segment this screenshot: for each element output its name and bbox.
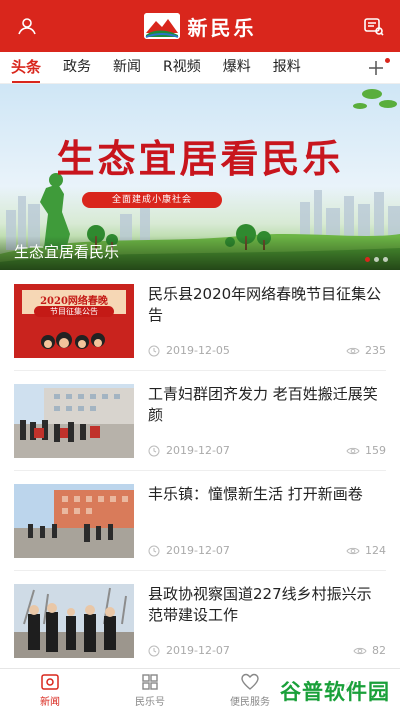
tab-video[interactable]: R视频 (152, 52, 212, 84)
thumbnail-text: 2020网络春晚 (40, 296, 108, 307)
news-thumbnail: 2020网络春晚 节目征集公告 (14, 284, 134, 358)
news-item[interactable]: 2020网络春晚 节目征集公告 民乐县2020年网络春晚节目征集公告 2019-… (14, 270, 386, 370)
news-views: 124 (346, 544, 386, 557)
banner-headline: 生态宜居看民乐 (56, 136, 344, 181)
eye-icon (353, 647, 367, 654)
news-date: 2019-12-05 (148, 344, 230, 357)
news-views-count: 124 (365, 544, 386, 557)
news-views-count: 159 (365, 444, 386, 457)
grid-icon (142, 673, 158, 690)
carousel-dot[interactable] (374, 257, 379, 262)
news-title: 工青妇群团齐发力 老百姓搬迁展笑颜 (148, 385, 378, 424)
carousel-dot[interactable] (365, 257, 370, 262)
brand: 新民乐 (143, 12, 257, 41)
clock-icon (148, 645, 160, 656)
tab-report[interactable]: 报料 (262, 52, 312, 84)
news-item[interactable]: 县政协视察国道227线乡村振兴示范带建设工作 2019-12-07 82 (14, 570, 386, 670)
news-date-text: 2019-12-07 (166, 544, 230, 557)
news-date: 2019-12-07 (148, 544, 230, 557)
banner-caption: 生态宜居看民乐 (14, 243, 120, 261)
clock-icon (148, 345, 160, 356)
nav-label: 便民服务 (230, 696, 270, 708)
message-icon[interactable] (360, 13, 386, 39)
nav-news[interactable]: 新闻 (0, 669, 100, 711)
news-views-count: 82 (372, 644, 386, 657)
news-views: 159 (346, 444, 386, 457)
hero-banner[interactable]: 生态宜居看民乐 全面建成小康社会 生态宜居看民乐 (0, 84, 400, 270)
news-date-text: 2019-12-07 (166, 644, 230, 657)
nav-minle-account[interactable]: 民乐号 (100, 669, 200, 711)
eye-icon (346, 447, 360, 454)
news-date-text: 2019-12-07 (166, 444, 230, 457)
tab-headlines[interactable]: 头条 (0, 52, 52, 84)
news-title: 民乐县2020年网络春晚节目征集公告 (148, 285, 382, 324)
eye-icon (346, 347, 360, 354)
heart-icon (241, 673, 259, 690)
news-thumbnail (14, 584, 134, 658)
news-date: 2019-12-07 (148, 644, 230, 657)
news-item[interactable]: 工青妇群团齐发力 老百姓搬迁展笑颜 2019-12-07 159 (14, 370, 386, 470)
news-thumbnail (14, 484, 134, 558)
tab-government[interactable]: 政务 (52, 52, 102, 84)
news-date: 2019-12-07 (148, 444, 230, 457)
news-date-text: 2019-12-05 (166, 344, 230, 357)
news-item[interactable]: 丰乐镇：憧憬新生活 打开新画卷 2019-12-07 124 (14, 470, 386, 570)
tab-news[interactable]: 新闻 (102, 52, 152, 84)
news-views: 235 (346, 344, 386, 357)
news-icon (41, 673, 59, 690)
news-title: 丰乐镇：憧憬新生活 打开新画卷 (148, 485, 363, 503)
banner-subtitle: 全面建成小康社会 (82, 192, 222, 208)
user-icon[interactable] (14, 13, 40, 39)
nav-label: 民乐号 (135, 696, 165, 708)
thumbnail-text: 节目征集公告 (34, 306, 114, 317)
news-views: 82 (353, 644, 386, 657)
tab-breaking[interactable]: 爆料 (212, 52, 262, 84)
plus-icon (369, 61, 383, 75)
clock-icon (148, 545, 160, 556)
news-title: 县政协视察国道227线乡村振兴示范带建设工作 (148, 585, 372, 624)
carousel-dot[interactable] (383, 257, 388, 262)
nav-label: 新闻 (40, 696, 60, 708)
category-tabs: 头条 政务 新闻 R视频 爆料 报料 (0, 52, 400, 84)
app-header: 新民乐 (0, 0, 400, 52)
notification-dot (385, 58, 390, 63)
news-thumbnail (14, 384, 134, 458)
watermark: 谷普软件园 (280, 680, 390, 704)
brand-name: 新民乐 (187, 15, 257, 40)
app-screen: 新民乐 头条 政务 新闻 R视频 爆料 报料 生态宜居看民乐 全面建成小康社会 … (0, 0, 400, 711)
add-tab-button[interactable] (364, 52, 390, 84)
clock-icon (148, 445, 160, 456)
eye-icon (346, 547, 360, 554)
logo-icon (143, 13, 180, 39)
carousel-indicator[interactable] (365, 257, 388, 262)
news-views-count: 235 (365, 344, 386, 357)
